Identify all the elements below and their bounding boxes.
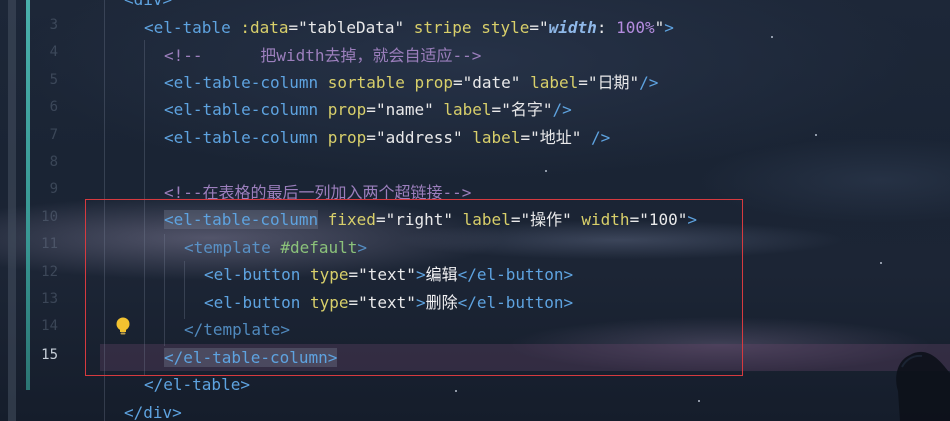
code-comment[interactable]: <!-- 把width去掉，就会自适应--> — [164, 42, 481, 69]
star-decoration — [698, 400, 700, 402]
star-decoration — [880, 262, 882, 264]
line-number: 3 — [49, 17, 58, 33]
star-decoration — [771, 36, 773, 38]
line-number: 11 — [41, 236, 58, 252]
line-number: 5 — [49, 72, 58, 88]
line-number: 14 — [41, 318, 58, 334]
line-number: 6 — [49, 99, 58, 115]
line-number: 4 — [49, 44, 58, 60]
code-line[interactable]: <el-table :data="tableData" stripe style… — [144, 14, 674, 41]
line-number: 12 — [41, 264, 58, 280]
star-decoration — [815, 134, 817, 136]
code-line[interactable]: <el-table-column sortable prop="date" la… — [164, 69, 658, 96]
line-number: 8 — [49, 154, 58, 170]
gutter-scrollbar[interactable] — [8, 0, 16, 421]
star-decoration — [455, 390, 457, 392]
line-number: 10 — [41, 209, 58, 225]
code-line[interactable]: <div> — [124, 0, 172, 13]
code-line[interactable]: <el-table-column prop="name" label="名字"/… — [164, 96, 572, 123]
line-number: 7 — [49, 127, 58, 143]
code-line[interactable]: <el-table-column prop="address" label="地… — [164, 124, 610, 151]
background-figure-silhouette — [896, 351, 950, 421]
line-number: 9 — [49, 181, 58, 197]
code-line[interactable]: </div> — [124, 399, 182, 421]
star-decoration — [545, 170, 547, 172]
current-line-number: 15 — [41, 347, 58, 363]
line-number: 13 — [41, 291, 58, 307]
selection-highlight-box — [85, 199, 743, 376]
vcs-change-marker[interactable] — [26, 0, 30, 390]
lightbulb-icon[interactable] — [114, 316, 132, 336]
